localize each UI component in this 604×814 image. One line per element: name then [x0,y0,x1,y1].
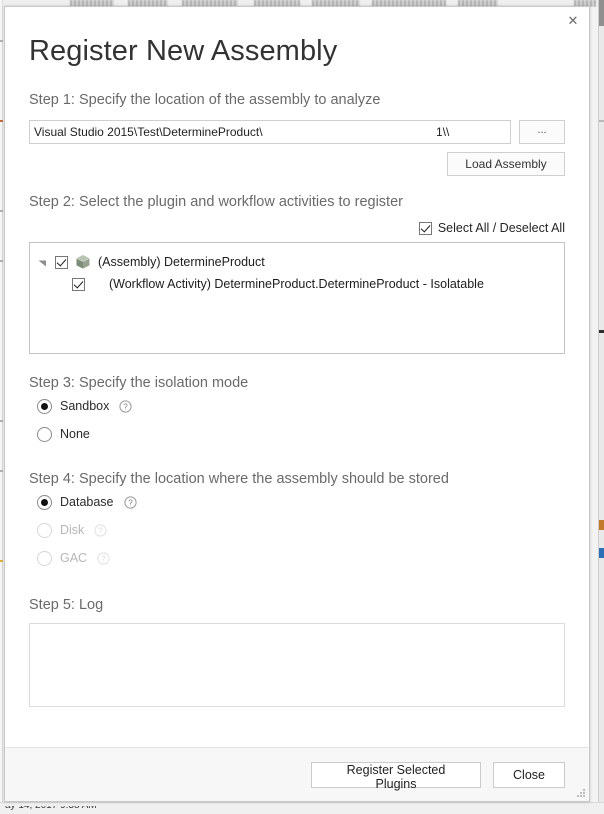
load-assembly-button[interactable]: Load Assembly [447,152,565,176]
radio-sandbox[interactable] [37,398,52,414]
step4-label: Step 4: Specify the location where the a… [29,471,449,487]
select-all-checkbox[interactable] [418,221,432,235]
help-icon: ? [97,551,110,565]
svg-text:?: ? [101,554,106,563]
resize-grip[interactable] [574,787,586,799]
chevron-expanded-icon[interactable] [36,258,48,267]
storage-location-database-row[interactable]: Database ? [37,488,565,516]
assembly-tree-panel[interactable]: (Assembly) DetermineProduct (Workflow Ac… [29,242,565,354]
dialog-body: Register New Assembly Step 1: Specify th… [5,33,589,747]
tree-row[interactable]: (Assembly) DetermineProduct [36,251,558,273]
radio-sandbox-label: Sandbox [60,399,110,413]
assembly-path-row: ... [29,120,565,144]
step1-label: Step 1: Specify the location of the asse… [29,92,381,108]
radio-gac-label: GAC [60,551,88,565]
radio-none[interactable] [37,426,52,442]
radio-database[interactable] [37,494,52,510]
radio-none-label: None [60,427,90,441]
load-assembly-row: Load Assembly [29,152,565,176]
close-icon[interactable]: ✕ [559,9,587,31]
log-textarea[interactable] [29,623,565,707]
page-title: Register New Assembly [29,35,338,67]
svg-text:?: ? [99,526,104,535]
workflow-activity-checkbox[interactable] [72,277,85,291]
storage-location-disk-row: Disk ? [37,516,565,544]
step5-label: Step 5: Log [29,597,104,613]
svg-text:?: ? [124,402,129,411]
isolation-mode-none-row[interactable]: None [37,420,565,448]
dialog-footer: Register Selected Plugins Close [5,747,589,801]
assembly-package-icon [75,254,91,270]
svg-text:?: ? [128,498,133,507]
radio-disk [37,522,52,538]
select-all-label: Select All / Deselect All [437,221,565,235]
radio-database-label: Database [60,495,114,509]
tree-item-label: (Workflow Activity) DetermineProduct.Det… [109,277,484,291]
register-new-assembly-dialog: ✕ Register New Assembly Step 1: Specify … [4,6,590,802]
tree-item-label: (Assembly) DetermineProduct [98,255,265,269]
tree-row[interactable]: (Workflow Activity) DetermineProduct.Det… [36,273,558,295]
help-icon: ? [94,523,107,537]
assembly-checkbox[interactable] [55,255,68,269]
assembly-path-input[interactable] [29,120,511,144]
browse-button[interactable]: ... [519,120,565,144]
select-all-row: Select All / Deselect All [29,221,565,235]
isolation-mode-sandbox-row[interactable]: Sandbox ? [37,392,565,420]
step3-label: Step 3: Specify the isolation mode [29,375,249,391]
storage-location-gac-row: GAC ? [37,544,565,572]
background-timestamp: ay 14, 2017 9:38 AM [5,802,97,811]
background-statusbar: ay 14, 2017 9:38 AM [0,802,604,814]
background-scrollbar[interactable] [598,0,604,814]
step2-label: Step 2: Select the plugin and workflow a… [29,194,403,210]
help-icon[interactable]: ? [119,399,132,413]
background-left-edge [0,0,3,814]
radio-gac [37,550,52,566]
close-button[interactable]: Close [493,761,565,788]
help-icon[interactable]: ? [123,495,137,509]
register-selected-plugins-button[interactable]: Register Selected Plugins [311,761,481,791]
radio-disk-label: Disk [60,523,85,537]
dialog-titlebar: ✕ [5,7,589,33]
